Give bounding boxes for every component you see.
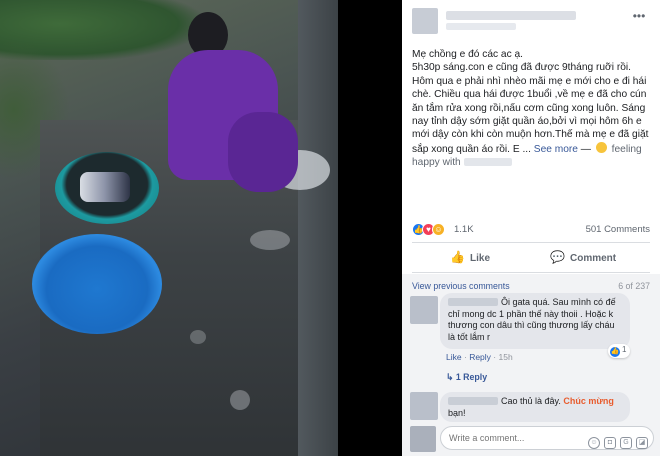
comment-text: Cao thủ là đây. bbox=[501, 396, 561, 406]
comment-button[interactable]: 💬 Comment bbox=[550, 250, 616, 266]
meta-separator: · bbox=[493, 352, 497, 362]
comment-text: thương con dâu thì cũng thương lấy cháu bbox=[448, 320, 615, 331]
photo-person bbox=[168, 12, 308, 202]
photo-person-legs bbox=[228, 112, 298, 192]
post-line: ăn tắm rửa xong rồi,nấu cơm cũng xong lu… bbox=[412, 102, 646, 114]
comment-reaction-count: 1 bbox=[622, 345, 627, 354]
comment-like-link[interactable]: Like bbox=[446, 352, 462, 362]
gif-icon[interactable]: G bbox=[620, 437, 632, 449]
divider bbox=[412, 272, 650, 273]
post-line: mới dậy còn khi còn muộn hơn.Thế mà mẹ e… bbox=[412, 129, 649, 141]
comment-count[interactable]: 501 Comments bbox=[586, 224, 650, 235]
haha-icon: ☺ bbox=[432, 223, 445, 236]
scrollbar[interactable] bbox=[654, 0, 658, 456]
post-line: Mẹ chồng e đó các ac ạ. bbox=[412, 49, 523, 60]
post-header: ••• bbox=[412, 8, 652, 34]
post-photo[interactable] bbox=[0, 0, 338, 456]
speech-bubble-icon: 💬 bbox=[550, 250, 565, 264]
post-line: nay tỉnh dậy sớm giặt quần áo,bởi vì mọi… bbox=[412, 116, 642, 128]
comment-reaction-badge[interactable]: 👍 1 bbox=[608, 344, 631, 358]
sticker-icon[interactable]: ◪ bbox=[636, 437, 648, 449]
comment-highlight-text: Chúc mừng bbox=[563, 396, 614, 406]
replies-count-label: 1 Reply bbox=[455, 372, 488, 382]
photo-viewer: ••• Mẹ chồng e đó các ac ạ. 5h30p sáng.c… bbox=[0, 0, 660, 456]
post-line-last: sắp xong quần áo rồi. E ... See more — f… bbox=[412, 141, 650, 156]
comment-meta: Like · Reply · 15h bbox=[446, 352, 513, 362]
comment-label: Comment bbox=[570, 253, 617, 264]
post-side-panel: ••• Mẹ chồng e đó các ac ạ. 5h30p sáng.c… bbox=[402, 0, 660, 456]
commenter-avatar[interactable] bbox=[410, 296, 438, 324]
post-meta-blurred bbox=[446, 23, 516, 30]
smile-emoji-icon bbox=[595, 141, 607, 153]
comment-text: bạn! bbox=[448, 407, 466, 418]
comment-reply-link[interactable]: Reply bbox=[469, 352, 491, 362]
like-icon: 👍 bbox=[610, 347, 620, 357]
reaction-count[interactable]: 1.1K bbox=[454, 224, 474, 235]
post-text: Mẹ chồng e đó các ac ạ. 5h30p sáng.con e… bbox=[412, 48, 650, 170]
comment-page-count: 6 of 237 bbox=[618, 281, 650, 291]
camera-icon[interactable]: ◘ bbox=[604, 437, 616, 449]
feeling-value: happy with bbox=[412, 157, 461, 169]
like-button[interactable]: 👍 Like bbox=[450, 250, 490, 266]
my-avatar bbox=[410, 426, 436, 452]
commenter-name-blurred[interactable] bbox=[448, 298, 498, 306]
comment-bubble: Cao thủ là đây. Chúc mừng bạn! bbox=[440, 392, 630, 422]
view-previous-comments-link[interactable]: View previous comments bbox=[412, 281, 510, 291]
see-more-link[interactable]: See more bbox=[534, 144, 578, 155]
reactions-bar: 👍 ♥ ☺ 1.1K 501 Comments bbox=[412, 222, 650, 238]
commenter-avatar[interactable] bbox=[410, 392, 438, 420]
photo-blue-basin bbox=[32, 234, 162, 334]
like-label: Like bbox=[470, 253, 491, 264]
post-line: sắp xong quần áo rồi. E ... bbox=[412, 143, 531, 155]
commenter-name-blurred[interactable] bbox=[448, 397, 498, 405]
photo-foam bbox=[190, 330, 206, 344]
meta-separator: · bbox=[463, 352, 467, 362]
comment-time[interactable]: 15h bbox=[499, 352, 513, 362]
composer-icons: ☺ ◘ G ◪ bbox=[584, 431, 648, 449]
more-options-icon[interactable]: ••• bbox=[630, 10, 648, 24]
comment-text: Ôi gata quá. Sau mình có đế bbox=[501, 297, 616, 307]
post-line: chè. Chiều qua hái được 1buổi ,về mẹ e đ… bbox=[412, 89, 647, 101]
action-row: 👍 Like 💬 Comment bbox=[412, 244, 650, 270]
dash-separator: — bbox=[580, 143, 591, 155]
thumbs-up-icon: 👍 bbox=[450, 250, 465, 264]
emoji-icon[interactable]: ☺ bbox=[588, 437, 600, 449]
feeling-line: happy with bbox=[412, 156, 650, 169]
post-line: 5h30p sáng.con e cũng đã được 9tháng ruỡ… bbox=[412, 62, 631, 74]
feeling-label: feeling bbox=[611, 143, 642, 155]
comment-text: là tốt lắm r bbox=[448, 331, 491, 342]
divider bbox=[412, 242, 650, 243]
post-line: Hôm qua e phải nhì nhèo mãi mẹ e mới cho… bbox=[412, 75, 647, 87]
reply-arrow-icon: ↳ bbox=[446, 372, 454, 382]
photo-clothes bbox=[80, 172, 130, 202]
view-replies-link[interactable]: ↳ 1 Reply bbox=[446, 372, 487, 383]
comment-bubble: Ôi gata quá. Sau mình có đế chỉ mong dc … bbox=[440, 293, 630, 349]
comment-text: chỉ mong dc 1 phần thế này thoii . Hoặc … bbox=[448, 308, 614, 319]
author-avatar[interactable] bbox=[412, 8, 438, 34]
photo-foam bbox=[230, 390, 250, 410]
photo-foam bbox=[250, 230, 290, 250]
author-name-blurred[interactable] bbox=[446, 11, 576, 20]
tagged-name-blurred[interactable] bbox=[463, 158, 512, 167]
comment-composer: ☺ ◘ G ◪ bbox=[402, 422, 660, 456]
